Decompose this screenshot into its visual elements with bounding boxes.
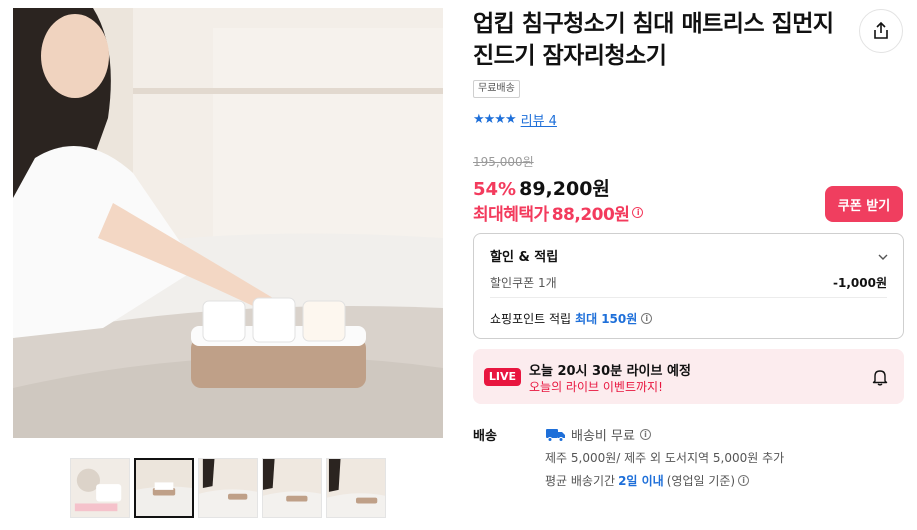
info-icon[interactable]: i (639, 429, 651, 440)
shipping-period-prefix: 평균 배송기간 (545, 474, 616, 488)
live-banner[interactable]: LIVE 오늘 20시 30분 라이브 예정 오늘의 라이브 이벤트까지! (473, 349, 904, 404)
product-photo (13, 8, 443, 438)
thumbnail-5[interactable] (326, 458, 386, 518)
info-icon[interactable]: i (641, 313, 653, 324)
shipping-fee-row: 배송비 무료 i (546, 425, 651, 444)
live-subtitle: 오늘의 라이브 이벤트까지! (529, 380, 663, 394)
main-product-image (13, 8, 443, 438)
max-benefit-label: 최대혜택가 (473, 205, 549, 225)
live-title: 오늘 20시 30분 라이브 예정 (529, 364, 691, 379)
shipping-label: 배송 (473, 429, 497, 444)
product-title: 업킵 침구청소기 침대 매트리스 집먼지진드기 잠자리청소기 (473, 11, 834, 69)
thumbnail-3[interactable] (198, 458, 258, 518)
coupon-button[interactable]: 쿠폰 받기 (825, 186, 903, 222)
discount-points-box: 할인 & 적립 할인쿠폰 1개 -1,000원 쇼핑포인트 적립 최대 150원… (473, 233, 904, 339)
live-badge: LIVE (484, 368, 521, 386)
discount-box-header: 할인 & 적립 (490, 250, 559, 265)
chevron-down-icon[interactable] (877, 248, 889, 267)
shipping-period-suffix: (영업일 기준) (666, 474, 736, 488)
free-shipping-badge: 무료배송 (473, 80, 520, 98)
thumbnail-2[interactable] (134, 458, 194, 518)
shipping-period: 평균 배송기간 2일 이내 (영업일 기준) i (545, 472, 750, 489)
bell-icon[interactable] (872, 368, 888, 390)
thumbnail-1[interactable] (70, 458, 130, 518)
shipping-fee: 배송비 무료 (571, 429, 635, 444)
shopping-points-row: 쇼핑포인트 적립 최대 150원 i (490, 310, 653, 327)
divider (490, 297, 887, 298)
shipping-period-value: 2일 이내 (618, 474, 664, 488)
share-icon (874, 21, 888, 39)
coupon-count-label: 할인쿠폰 1개 (490, 276, 557, 290)
max-benefit-price: 최대혜택가 88,200원 i (473, 200, 644, 225)
truck-icon (546, 428, 565, 442)
shipping-extra: 제주 5,000원/ 제주 외 도서지역 5,000원 추가 (545, 451, 785, 465)
sale-price: 89,200원 (519, 178, 610, 200)
review-link[interactable]: 리뷰 4 (521, 110, 557, 129)
points-max-label: 최대 (575, 312, 598, 326)
thumbnail-strip (70, 458, 386, 518)
coupon-discount-value: -1,000원 (833, 276, 887, 290)
star-icon: ★★★★ (473, 112, 517, 127)
price-row: 54% 89,200원 (473, 174, 610, 201)
original-price: 195,000원 (473, 155, 534, 169)
max-benefit-value: 88,200원 (551, 205, 630, 225)
rating: ★★★★ 리뷰 4 (473, 110, 557, 129)
thumbnail-4[interactable] (262, 458, 322, 518)
info-icon[interactable]: i (632, 207, 644, 218)
points-value: 150원 (601, 312, 638, 326)
share-button[interactable] (859, 9, 903, 53)
discount-rate: 54% (473, 179, 517, 200)
points-label: 쇼핑포인트 적립 (490, 312, 572, 326)
info-icon[interactable]: i (738, 475, 750, 486)
